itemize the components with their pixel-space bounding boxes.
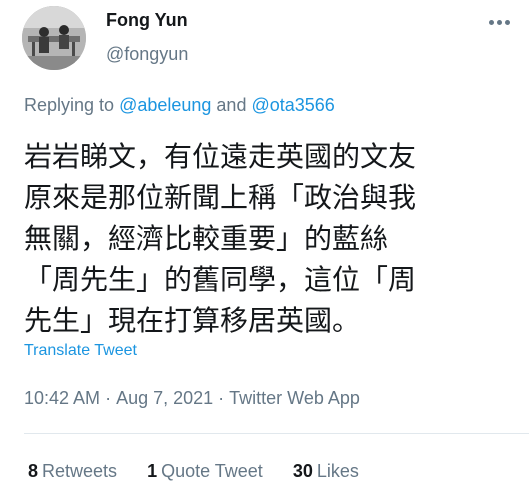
likes-count: 30 <box>292 461 313 481</box>
tweet-source[interactable]: Twitter Web App <box>229 388 360 408</box>
reply-user-link-abeleung[interactable]: @abeleung <box>119 95 211 115</box>
meta-separator: · <box>105 388 112 408</box>
tweet-card: Fong Yun @fongyun Replying to @abeleung … <box>0 0 529 500</box>
tweet-meta: 10:42 AM · Aug 7, 2021 · Twitter Web App <box>24 388 360 409</box>
tweet-text: 岩岩睇文，有位遠走英國的文友 原來是那位新聞上稱「政治與我 無關，經濟比較重要」… <box>24 140 417 337</box>
replying-to-joiner: and <box>211 95 252 115</box>
likes-label: Likes <box>316 461 359 481</box>
quote-tweets-count: 1 <box>147 461 158 481</box>
more-horizontal-icon[interactable] <box>489 20 511 26</box>
tweet-date[interactable]: Aug 7, 2021 <box>116 388 213 408</box>
likes-stat[interactable]: 30 Likes <box>293 461 359 482</box>
retweets-count: 8 <box>28 461 39 481</box>
quote-tweets-label: Quote Tweet <box>161 461 263 481</box>
author-handle[interactable]: @fongyun <box>106 44 188 65</box>
avatar-photo <box>22 6 86 70</box>
author-name[interactable]: Fong Yun <box>106 10 188 31</box>
replying-to-prefix: Replying to <box>24 95 120 115</box>
tweet-time[interactable]: 10:42 AM <box>24 388 100 408</box>
meta-separator: · <box>218 388 225 408</box>
tweet-stats: 8 Retweets 1 Quote Tweet 30 Likes <box>28 461 389 482</box>
avatar[interactable] <box>22 6 86 70</box>
translate-tweet-link[interactable]: Translate Tweet <box>24 342 137 360</box>
retweets-stat[interactable]: 8 Retweets <box>28 461 117 482</box>
replying-to: Replying to @abeleung and @ota3566 <box>24 95 335 116</box>
reply-user-link-ota3566[interactable]: @ota3566 <box>251 95 334 115</box>
retweets-label: Retweets <box>42 461 118 481</box>
divider <box>24 433 529 434</box>
quote-tweets-stat[interactable]: 1 Quote Tweet <box>147 461 263 482</box>
